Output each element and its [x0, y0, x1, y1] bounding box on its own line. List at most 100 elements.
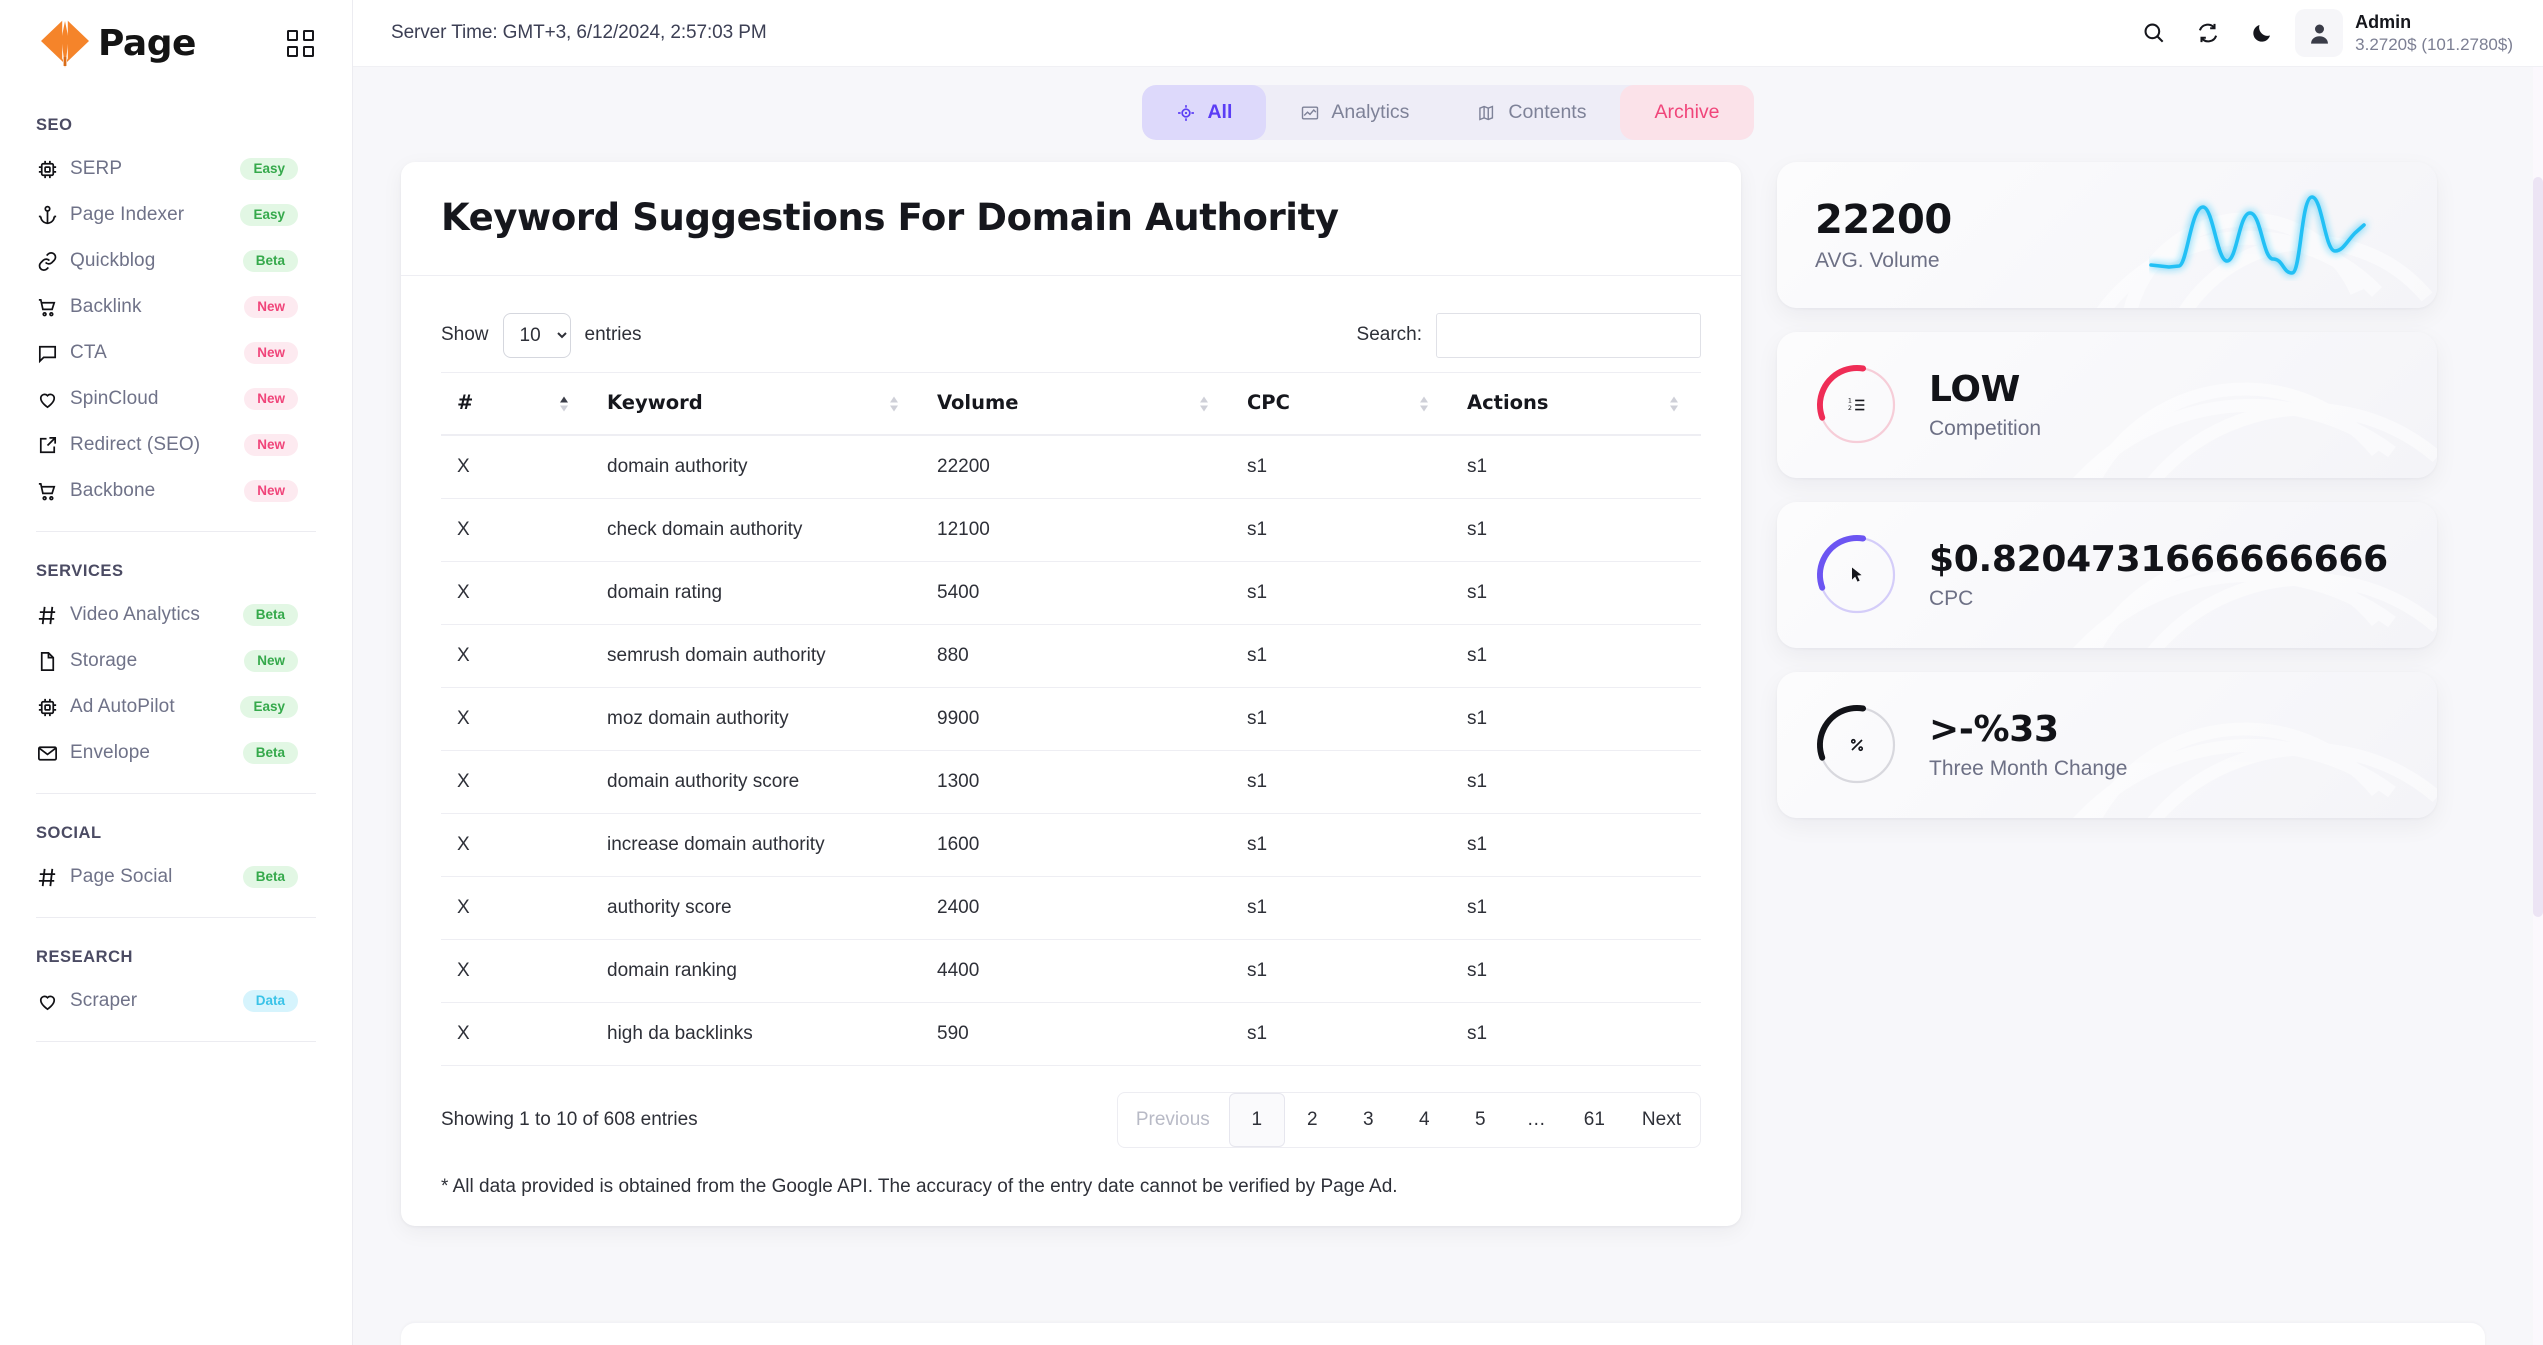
hash-icon — [36, 866, 70, 889]
pagination-page-61[interactable]: 61 — [1566, 1093, 1624, 1147]
table-row[interactable]: X semrush domain authority 880 s1 s1 — [441, 624, 1701, 688]
cell-cpc: s1 — [1231, 876, 1451, 940]
anchor-icon — [36, 204, 70, 227]
pagination-previous[interactable]: Previous — [1118, 1093, 1229, 1147]
cell-actions[interactable]: s1 — [1451, 750, 1701, 814]
cell-keyword: domain ranking — [591, 939, 921, 1003]
cell-cpc: s1 — [1231, 939, 1451, 1003]
table-row[interactable]: X domain rating 5400 s1 s1 — [441, 561, 1701, 625]
sidebar-item-label: Page Social — [70, 866, 173, 887]
sidebar-item-badge: New — [244, 295, 298, 319]
entries-length-control: Show 10 entries — [441, 312, 642, 358]
pagination-page-5[interactable]: 5 — [1453, 1093, 1509, 1147]
cell-actions[interactable]: s1 — [1451, 876, 1701, 940]
next-panel-peek — [401, 1323, 2485, 1345]
pagination-page-4[interactable]: 4 — [1397, 1093, 1453, 1147]
column-header-actions[interactable]: Actions — [1451, 372, 1701, 436]
sidebar-item-quickblog[interactable]: Quickblog Beta — [36, 239, 316, 283]
table-row[interactable]: X moz domain authority 9900 s1 s1 — [441, 687, 1701, 751]
user-info[interactable]: Admin 3.2720$ (101.2780$) — [2355, 11, 2513, 55]
cell-actions[interactable]: s1 — [1451, 687, 1701, 751]
sidebar-item-badge: New — [244, 341, 298, 365]
sidebar-item-label: Quickblog — [70, 250, 156, 271]
cell-actions[interactable]: s1 — [1451, 435, 1701, 499]
dark-mode-icon[interactable] — [2235, 6, 2289, 60]
search-input[interactable] — [1436, 312, 1701, 358]
refresh-icon[interactable] — [2181, 6, 2235, 60]
table-row[interactable]: X authority score 2400 s1 s1 — [441, 876, 1701, 940]
sidebar-item-backlink[interactable]: Backlink New — [36, 285, 316, 329]
panel-body: Show 10 entries Search: # Keyword Volume… — [401, 276, 1741, 1226]
sidebar-item-page-social[interactable]: Page Social Beta — [36, 855, 316, 899]
pagination-next[interactable]: Next — [1624, 1093, 1700, 1147]
sidebar-item-video-analytics[interactable]: Video Analytics Beta — [36, 593, 316, 637]
column-label: Volume — [937, 391, 1019, 414]
cell-actions[interactable]: s1 — [1451, 498, 1701, 562]
envelope-icon — [36, 742, 70, 765]
cart-icon — [36, 480, 70, 503]
column-header-keyword[interactable]: Keyword — [591, 372, 921, 436]
cell-volume: 1600 — [921, 813, 1231, 877]
table-head: # Keyword Volume CPC Actions — [441, 372, 1701, 436]
pagination-page-3[interactable]: 3 — [1341, 1093, 1397, 1147]
cell-actions[interactable]: s1 — [1451, 624, 1701, 688]
table-row[interactable]: X domain authority score 1300 s1 s1 — [441, 750, 1701, 814]
sidebar-item-page-indexer[interactable]: Page Indexer Easy — [36, 193, 316, 237]
target-icon — [1176, 103, 1196, 123]
svg-text:2: 2 — [1848, 404, 1852, 412]
sidebar-item-redirect-seo[interactable]: Redirect (SEO) New — [36, 423, 316, 467]
sidebar-section-services: SERVICES Video Analytics Beta Storage Ne… — [0, 562, 352, 775]
cell-volume: 590 — [921, 1002, 1231, 1066]
page-logo-icon — [36, 17, 94, 69]
sidebar-item-serp[interactable]: SERP Easy — [36, 147, 316, 191]
table-row[interactable]: X increase domain authority 1600 s1 s1 — [441, 813, 1701, 877]
sidebar-item-envelope[interactable]: Envelope Beta — [36, 731, 316, 775]
tab-archive[interactable]: Archive — [1620, 85, 1754, 140]
table-row[interactable]: X check domain authority 12100 s1 s1 — [441, 498, 1701, 562]
sort-icon — [1670, 396, 1679, 411]
sidebar-item-backbone[interactable]: Backbone New — [36, 469, 316, 513]
sidebar-item-scraper[interactable]: Scraper Data — [36, 979, 316, 1023]
brand[interactable]: Page — [36, 17, 196, 69]
hash-icon — [36, 604, 70, 627]
cpc-progress-ring — [1815, 533, 1899, 617]
table-row[interactable]: X high da backlinks 590 s1 s1 — [441, 1002, 1701, 1066]
column-header-volume[interactable]: Volume — [921, 372, 1231, 436]
column-header-index[interactable]: # — [441, 372, 591, 436]
sidebar-item-spincloud[interactable]: SpinCloud New — [36, 377, 316, 421]
table-header-row: # Keyword Volume CPC Actions — [441, 372, 1701, 436]
tab-label: Contents — [1508, 101, 1587, 123]
tab-contents[interactable]: Contents — [1443, 85, 1620, 140]
column-header-cpc[interactable]: CPC — [1231, 372, 1451, 436]
page-scrollbar-thumb[interactable] — [2533, 177, 2543, 917]
pagination-page-1[interactable]: 1 — [1228, 1093, 1285, 1147]
tab-analytics[interactable]: Analytics — [1266, 85, 1443, 140]
sidebar-item-label: SpinCloud — [70, 388, 159, 409]
cell-index: X — [441, 435, 591, 499]
three-month-change-label: Three Month Change — [1929, 757, 2128, 780]
cell-index: X — [441, 750, 591, 814]
sidebar-divider — [36, 793, 316, 794]
sidebar-item-badge: Beta — [242, 603, 298, 627]
sidebar-item-storage[interactable]: Storage New — [36, 639, 316, 683]
competition-progress-ring: 1 2 — [1815, 363, 1899, 447]
entries-select[interactable]: 10 — [502, 312, 571, 358]
sidebar-item-ad-autopilot[interactable]: Ad AutoPilot Easy — [36, 685, 316, 729]
user-avatar-icon[interactable] — [2295, 9, 2344, 57]
page-scrollbar[interactable] — [2533, 67, 2543, 1345]
cell-actions[interactable]: s1 — [1451, 1002, 1701, 1066]
sidebar-item-cta[interactable]: CTA New — [36, 331, 316, 375]
grid-toggle-icon[interactable] — [287, 29, 314, 57]
table-row[interactable]: X domain ranking 4400 s1 s1 — [441, 939, 1701, 1003]
sidebar-section-research: RESEARCH Scraper Data — [0, 948, 352, 1023]
cell-actions[interactable]: s1 — [1451, 939, 1701, 1003]
sort-icon — [1420, 396, 1429, 411]
tab-all[interactable]: All — [1142, 85, 1267, 140]
cell-cpc: s1 — [1231, 1002, 1451, 1066]
pagination-page-2[interactable]: 2 — [1285, 1093, 1341, 1147]
cell-actions[interactable]: s1 — [1451, 561, 1701, 625]
table-row[interactable]: X domain authority 22200 s1 s1 — [441, 435, 1701, 499]
search-icon[interactable] — [2127, 6, 2181, 60]
sidebar-section-title: SOCIAL — [36, 824, 102, 842]
cell-actions[interactable]: s1 — [1451, 813, 1701, 877]
